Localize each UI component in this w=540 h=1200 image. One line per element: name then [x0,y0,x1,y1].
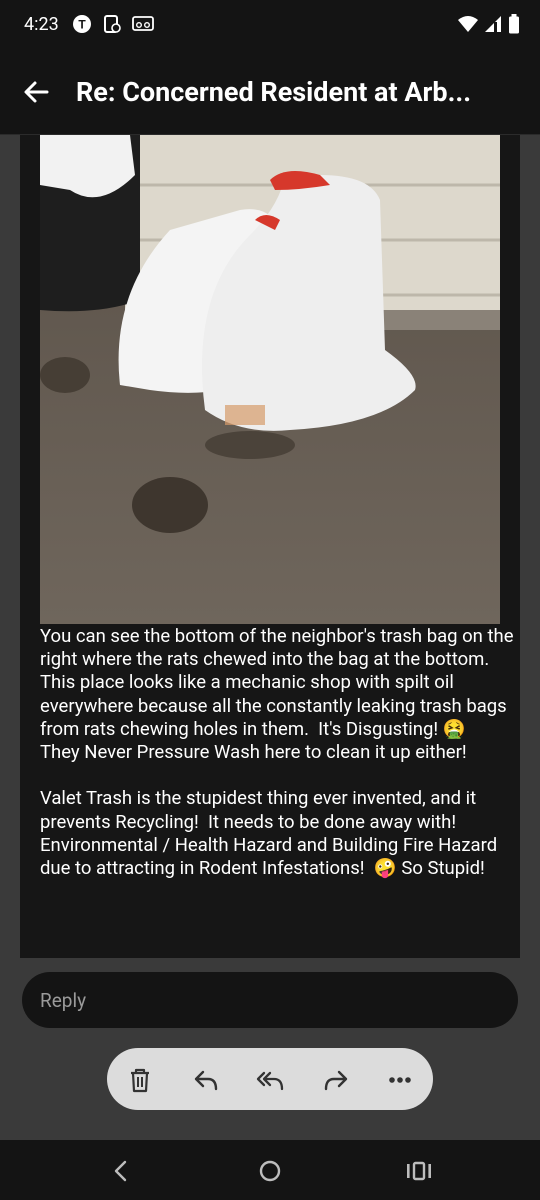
email-action-bar [107,1048,433,1110]
battery-icon [508,14,520,38]
voicemail-icon [132,14,154,38]
home-circle-icon[interactable] [255,1156,285,1186]
app-bar: Re: Concerned Resident at Arb... [0,50,540,135]
email-body-text: You can see the bottom of the neighbor's… [40,625,514,880]
email-subject-title: Re: Concerned Resident at Arb... [76,76,472,108]
recents-icon[interactable] [404,1156,434,1186]
forward-icon[interactable] [321,1065,351,1095]
status-bar: 4:23 T [0,0,540,50]
svg-text:T: T [78,18,86,32]
status-left-icons: T [72,14,154,38]
more-icon[interactable] [385,1065,415,1095]
t-mobile-icon: T [72,14,92,38]
trash-icon[interactable] [125,1065,155,1095]
status-time: 4:23 [24,14,59,35]
email-attached-photo[interactable] [40,135,500,624]
reply-icon[interactable] [191,1065,221,1095]
phone-sync-icon [102,14,122,38]
back-chevron-icon[interactable] [106,1156,136,1186]
arrow-left-icon[interactable] [20,76,52,108]
system-nav-bar [0,1140,540,1200]
reply-all-icon[interactable] [255,1065,285,1095]
status-right-icons [458,14,520,38]
wifi-icon [458,15,478,37]
email-body-card: You can see the bottom of the neighbor's… [20,135,520,958]
reply-input[interactable]: Reply [22,972,518,1028]
reply-placeholder: Reply [40,989,87,1012]
cell-signal-icon [484,15,502,37]
